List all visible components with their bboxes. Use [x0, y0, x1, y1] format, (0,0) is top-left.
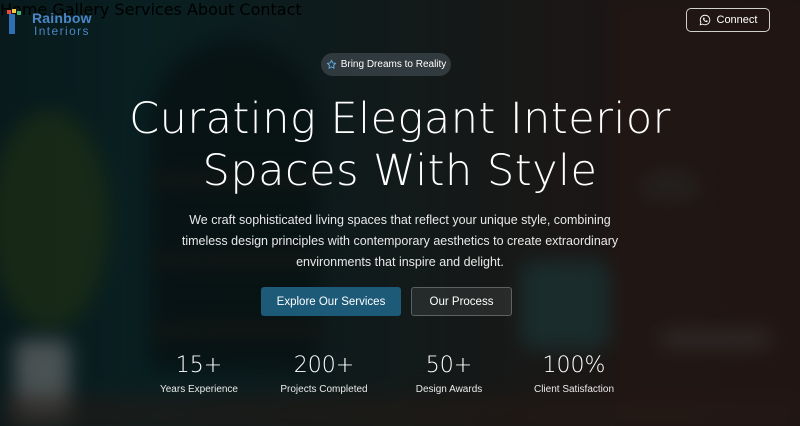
hero-section: Rainbow Interiors Home Gallery Services … [0, 0, 800, 426]
subtitle-line-1: We craft sophisticated living spaces tha… [189, 213, 611, 227]
stat-design-awards: 50+ Design Awards [389, 352, 509, 395]
brand-logo[interactable]: Rainbow Interiors [6, 8, 116, 38]
whatsapp-icon [699, 14, 710, 26]
stat-value: 100% [542, 353, 606, 378]
star-icon [326, 59, 336, 69]
stat-value: 50+ [425, 353, 473, 378]
stat-label: Design Awards [415, 384, 483, 395]
our-process-button[interactable]: Our Process [411, 287, 512, 316]
stat-years-experience: 15+ Years Experience [139, 352, 259, 395]
logo-mark-icon [7, 9, 21, 34]
stat-label: Client Satisfaction [533, 384, 615, 395]
connect-label: Connect [716, 14, 758, 26]
subtitle-line-3: environments that inspire and delight. [296, 255, 504, 269]
tagline-badge: Bring Dreams to Reality [321, 53, 451, 76]
headline-line-1: Curating Elegant Interior [129, 94, 671, 144]
subtitle-line-2: timeless design principles with contempo… [181, 234, 619, 248]
brand-name-bottom: Interiors [34, 24, 90, 38]
nav-item-services[interactable]: Services [114, 0, 181, 19]
stat-client-satisfaction: 100% Client Satisfaction [514, 352, 634, 395]
nav-item-contact[interactable]: Contact [239, 0, 301, 19]
hero-subtitle: We craft sophisticated living spaces tha… [160, 210, 640, 273]
stat-projects-completed: 200+ Projects Completed [264, 352, 384, 395]
content-layer: Rainbow Interiors Home Gallery Services … [0, 0, 800, 426]
stat-value: 15+ [175, 353, 223, 378]
badge-label: Bring Dreams to Reality [340, 59, 447, 70]
stat-label: Projects Completed [280, 384, 368, 395]
main-nav: Home Gallery Services About Contact [0, 0, 800, 19]
stat-label: Years Experience [159, 384, 238, 395]
explore-services-button[interactable]: Explore Our Services [261, 287, 401, 316]
hero-headline: Curating Elegant Interior Spaces With St… [100, 93, 700, 197]
stat-value: 200+ [293, 353, 355, 378]
nav-item-about[interactable]: About [187, 0, 234, 19]
headline-line-2: Spaces With Style [202, 146, 598, 196]
connect-button[interactable]: Connect [686, 8, 770, 32]
